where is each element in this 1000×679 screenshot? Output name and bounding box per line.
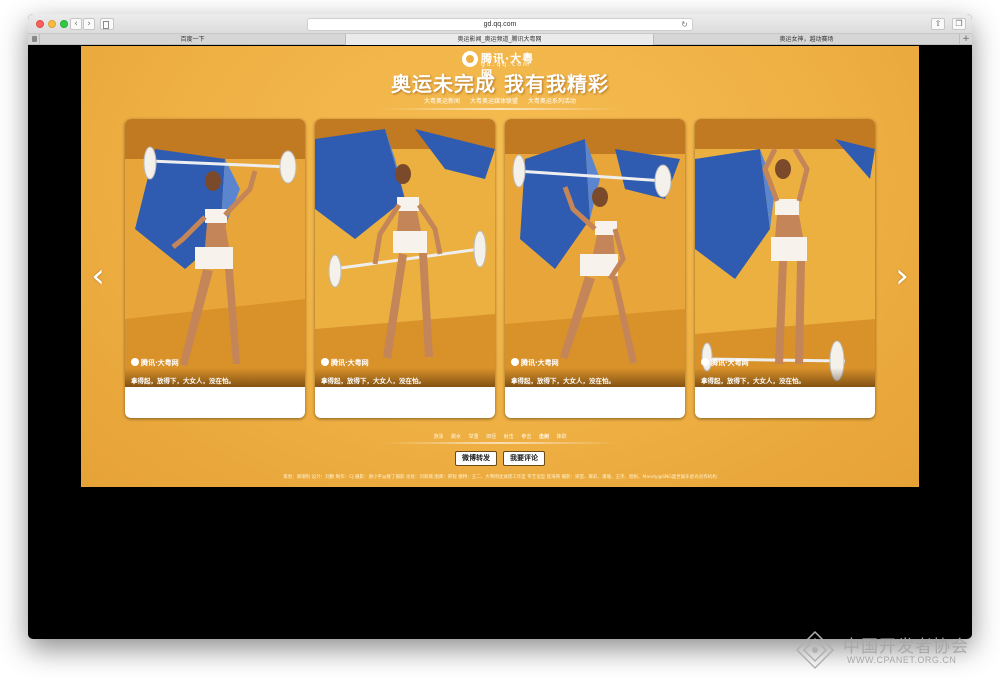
thumb-item[interactable]: 摔跤 (557, 434, 567, 440)
thumb-item[interactable]: 田径 (486, 434, 496, 440)
tencent-logo-icon (462, 51, 478, 67)
tab-olympics-news[interactable]: 奥运影闻_奥运频道_腾讯大粤网 (346, 34, 654, 45)
watermark-text: 腾讯·大粤网 (141, 359, 179, 367)
watermark-text: 腾讯·大粤网 (711, 359, 749, 367)
tab-group-icon (32, 36, 37, 42)
photo-card[interactable]: 腾讯·大粤网 拿得起，放得下，大女人，没在怕。 (695, 119, 875, 418)
photo-card[interactable]: 腾讯·大粤网 拿得起，放得下，大女人，没在怕。 (505, 119, 685, 418)
zoom-window-button[interactable] (60, 20, 68, 28)
photo-caption: 拿得起，放得下，大女人，没在怕。 (511, 377, 615, 385)
new-tab-button[interactable]: + (960, 34, 972, 45)
photo-caption: 拿得起，放得下，大女人，没在怕。 (131, 377, 235, 385)
title-bar: ‹ › gd.qq.com ↻ ⇧ ❐ (28, 14, 972, 34)
photo-caption: 拿得起，放得下，大女人，没在怕。 (321, 377, 425, 385)
thumb-item[interactable]: 拳击 (521, 434, 531, 440)
watermark-text: 腾讯·大粤网 (331, 359, 369, 367)
tencent-logo-icon (321, 358, 329, 366)
subnav-link-events[interactable]: 大粤奥运系列活动 (528, 98, 576, 105)
logo-subtext: gd.qq.com (481, 61, 531, 68)
sidebar-toggle-icon[interactable] (100, 18, 114, 30)
cpanet-logo-icon (795, 630, 835, 670)
comment-button[interactable]: 我要评论 (503, 451, 545, 466)
back-button[interactable]: ‹ (70, 18, 82, 30)
watermark-logo: 腾讯·大粤网 (511, 358, 559, 368)
thumb-item[interactable]: 射击 (504, 434, 514, 440)
share-icon[interactable]: ⇧ (931, 18, 945, 30)
subnav-link-news[interactable]: 大粤奥运新闻 (424, 98, 460, 105)
close-window-button[interactable] (36, 20, 44, 28)
page-content: 腾讯·大粤网 gd.qq.com 奥运未完成 我有我精彩 大粤奥运新闻 大粤奥运… (81, 46, 919, 487)
thumb-item[interactable]: 举重 (469, 434, 479, 440)
watermark-logo: 腾讯·大粤网 (321, 358, 369, 368)
subnav-link-media[interactable]: 大粤奥运媒体联盟 (470, 98, 518, 105)
thumb-item-selected[interactable]: 击剑 (539, 434, 549, 440)
watermark-logo: 腾讯·大粤网 (131, 358, 179, 368)
show-tabs-icon[interactable]: ❐ (952, 18, 966, 30)
previous-arrow-icon[interactable]: ‹ (89, 256, 107, 296)
weibo-share-button[interactable]: 微博转发 (455, 451, 497, 466)
tencent-logo-icon (131, 358, 139, 366)
tab-baidu[interactable]: 百度一下 (40, 34, 346, 45)
photo-caption: 拿得起，放得下，大女人，没在怕。 (701, 377, 805, 385)
url-text: gd.qq.com (483, 21, 517, 28)
tencent-logo-icon (511, 358, 519, 366)
gallery-photo (125, 119, 305, 387)
watermark-logo: 腾讯·大粤网 (701, 358, 749, 368)
address-bar[interactable]: gd.qq.com ↻ (307, 18, 693, 31)
tab-olympic-goddess[interactable]: 奥运女神，越动赛场 (654, 34, 960, 45)
cpanet-watermark: 中国开发者协会 WWW.CPANET.ORG.CN (795, 630, 995, 670)
thumb-item[interactable]: 游泳 (433, 434, 443, 440)
browser-window: ‹ › gd.qq.com ↻ ⇧ ❐ 百度一下 奥运影闻_奥运频道_腾讯大粤网… (28, 14, 972, 639)
gallery-photo (695, 119, 875, 387)
org-url: WWW.CPANET.ORG.CN (847, 655, 957, 665)
site-logo[interactable]: 腾讯·大粤网 gd.qq.com (462, 50, 542, 81)
next-arrow-icon[interactable]: › (893, 256, 911, 296)
sub-navigation: 大粤奥运新闻 大粤奥运媒体联盟 大粤奥运系列活动 (81, 96, 919, 105)
page-headline: 奥运未完成 我有我精彩 (391, 72, 609, 96)
minimize-window-button[interactable] (48, 20, 56, 28)
photo-card[interactable]: 腾讯·大粤网 拿得起，放得下，大女人，没在怕。 (315, 119, 495, 418)
watermark-text: 腾讯·大粤网 (521, 359, 559, 367)
gallery-photo (505, 119, 685, 387)
reload-icon[interactable]: ↻ (681, 19, 688, 30)
thumb-item[interactable]: 跳水 (451, 434, 461, 440)
photo-card[interactable]: 腾讯·大粤网 拿得起，放得下，大女人，没在怕。 (125, 119, 305, 418)
divider (381, 442, 619, 444)
tencent-logo-icon (701, 358, 709, 366)
forward-button[interactable]: › (83, 18, 95, 30)
credits-text: 策划：郑潮钊 设计：刘鹏 制作：CJ 摄影：谢小宇@隆丁摄影 化妆：刘新楠 图库… (283, 475, 717, 480)
thumbnail-nav: 游泳 跳水 举重 田径 射击 拳击 击剑 摔跤 (81, 433, 919, 440)
org-name: 中国开发者协会 (843, 637, 969, 657)
divider (381, 108, 619, 110)
tab-overview-button[interactable] (28, 34, 40, 45)
gallery-photo (315, 119, 495, 387)
tab-bar: 百度一下 奥运影闻_奥运频道_腾讯大粤网 奥运女神，越动赛场 + (28, 34, 972, 45)
